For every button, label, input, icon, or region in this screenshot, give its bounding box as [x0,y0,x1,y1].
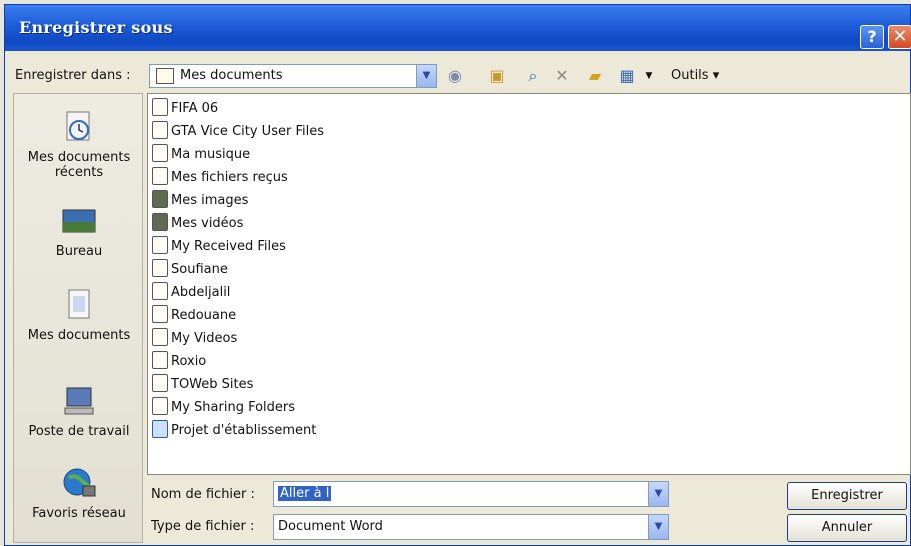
list-item[interactable]: My Videos [152,327,237,350]
place-label: Bureau [55,244,103,259]
save-in-value: Mes documents [180,68,283,83]
filename-input[interactable]: Aller à l ▼ [273,481,669,507]
my-computer-icon [64,387,94,415]
title-bar[interactable]: Enregistrer sous ? ✕ [5,5,911,51]
place-label: Poste de travail [28,424,130,439]
tools-menu[interactable]: Outils ▾ [671,68,719,83]
folder-icon [152,235,168,254]
place-my-computer[interactable]: Poste de travail [14,384,144,439]
place-my-documents[interactable]: Mes documents [14,288,144,343]
save-in-label: Enregistrer dans : [15,68,131,83]
search-web-icon[interactable]: ⌕ [523,66,543,86]
file-list[interactable]: FIFA 06 GTA Vice City User Files Ma musi… [147,93,911,475]
views-dropdown-icon[interactable]: ▼ [639,66,659,86]
new-folder-icon[interactable]: ▰ [585,66,605,86]
tools-label: Outils [671,68,709,83]
my-documents-icon [68,289,90,319]
save-as-dialog: Enregistrer sous ? ✕ Enregistrer dans : … [4,4,911,546]
filetype-value: Document Word [278,519,383,534]
recent-documents-icon [66,111,90,141]
list-item[interactable]: GTA Vice City User Files [152,120,324,143]
chevron-down-icon[interactable]: ▼ [416,65,436,87]
list-item[interactable]: Ma musique [152,143,250,166]
place-network[interactable]: Favoris réseau [14,466,144,521]
save-button[interactable]: Enregistrer [787,482,907,510]
place-label: Mes documents récents [27,150,131,180]
list-item[interactable]: Redouane [152,304,236,327]
list-item[interactable]: TOWeb Sites [152,373,253,396]
delete-icon[interactable]: ✕ [552,66,572,86]
cancel-button[interactable]: Annuler [787,514,907,542]
filename-label: Nom de fichier : [151,487,255,502]
pictures-folder-icon [152,189,168,208]
list-item[interactable]: Mes fichiers reçus [152,166,288,189]
videos-folder-icon [152,212,168,231]
list-item[interactable]: Roxio [152,350,206,373]
list-item[interactable]: Projet d'établissement [152,419,316,442]
folder-icon [152,281,168,300]
list-item[interactable]: My Received Files [152,235,286,258]
network-places-icon [63,468,96,497]
list-item[interactable]: My Sharing Folders [152,396,295,419]
list-item[interactable]: Mes vidéos [152,212,243,235]
list-item[interactable]: Soufiane [152,258,228,281]
place-label: Favoris réseau [32,506,126,521]
folder-icon [152,120,168,139]
help-button[interactable]: ? [860,25,884,49]
folder-icon [152,97,168,116]
list-item[interactable]: FIFA 06 [152,97,218,120]
filename-value: Aller à l [278,486,332,501]
save-in-combo[interactable]: Mes documents ▼ [149,64,437,88]
place-desktop[interactable]: Bureau [14,204,144,259]
list-item[interactable]: Mes images [152,189,248,212]
folder-icon [152,258,168,277]
music-folder-icon [152,143,168,162]
help-icon: ? [867,27,877,46]
list-item[interactable]: Abdeljalil [152,281,230,304]
folder-icon [152,166,168,185]
filetype-label: Type de fichier : [151,519,255,534]
back-icon[interactable]: ◉ [445,66,465,86]
folder-icon [152,373,168,392]
folder-icon [156,68,174,84]
place-recent-documents[interactable]: Mes documents récents [14,110,144,180]
window-title: Enregistrer sous [19,18,173,37]
place-label: Mes documents [27,328,131,343]
folder-icon [152,350,168,369]
up-folder-icon[interactable]: ▣ [487,66,507,86]
places-bar: Mes documents récents Bureau Mes documen… [13,93,143,543]
chevron-down-icon[interactable]: ▼ [648,515,668,539]
shared-folder-icon [152,396,168,415]
folder-icon [152,327,168,346]
filetype-select[interactable]: Document Word ▼ [273,514,669,540]
close-button[interactable]: ✕ [888,25,911,49]
desktop-icon [62,209,96,233]
folder-icon [152,304,168,323]
chevron-down-icon[interactable]: ▼ [648,482,668,506]
close-icon: ✕ [892,26,908,47]
views-icon[interactable]: ▦ [617,66,637,86]
word-document-icon [152,419,168,438]
